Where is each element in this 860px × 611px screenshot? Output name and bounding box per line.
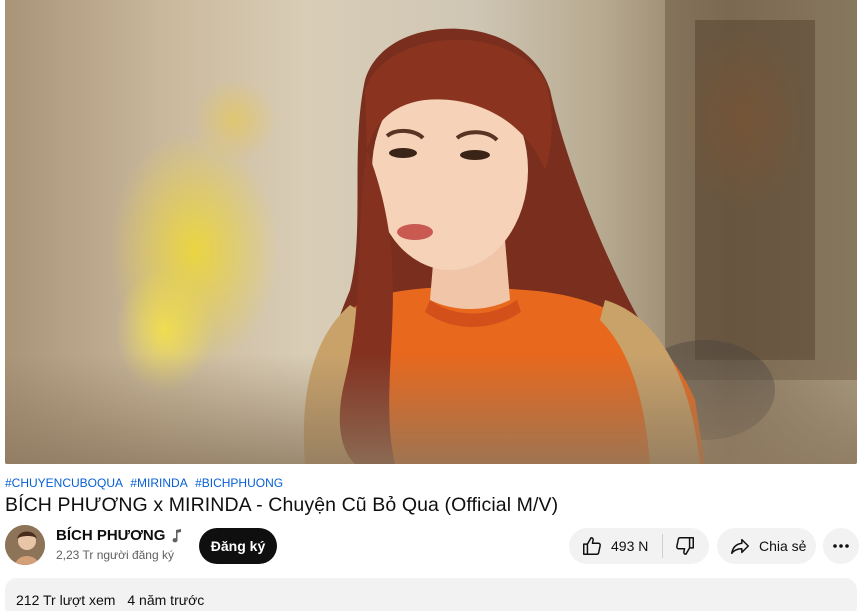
hashtag-link[interactable]: #MIRINDA <box>130 476 187 490</box>
view-count: 212 Tr lượt xem <box>16 592 116 608</box>
video-player[interactable] <box>5 0 857 464</box>
share-arrow-icon <box>731 538 749 555</box>
video-meta: 212 Tr lượt xem 4 năm trước <box>16 592 204 608</box>
subscribe-button[interactable]: Đăng ký <box>199 528 277 564</box>
thumbs-up-icon <box>583 537 601 555</box>
hashtag-link[interactable]: #CHUYENCUBOQUA <box>5 476 123 490</box>
description-box[interactable]: 212 Tr lượt xem 4 năm trước <box>5 578 857 611</box>
more-actions-button[interactable] <box>823 528 859 564</box>
music-note-icon <box>172 529 182 543</box>
publish-date: 4 năm trước <box>127 592 205 608</box>
more-horizontal-icon <box>833 544 849 548</box>
like-count: 493 N <box>611 538 649 554</box>
hashtag-list: #CHUYENCUBOQUA #MIRINDA #BICHPHUONG <box>5 476 287 490</box>
dislike-button[interactable] <box>663 528 707 564</box>
like-dislike-group: 493 N <box>569 528 709 564</box>
thumbs-down-icon <box>676 537 695 555</box>
channel-name[interactable]: BÍCH PHƯƠNG <box>56 527 165 545</box>
hashtag-link[interactable]: #BICHPHUONG <box>195 476 283 490</box>
share-button[interactable]: Chia sẻ <box>717 528 816 564</box>
video-title: BÍCH PHƯƠNG x MIRINDA - Chuyện Cũ Bỏ Qua… <box>5 494 559 516</box>
like-button[interactable]: 493 N <box>569 528 662 564</box>
avatar-image <box>5 525 45 565</box>
subscriber-count: 2,23 Tr người đăng ký <box>56 548 174 562</box>
video-frame-floor-shade <box>5 354 857 464</box>
channel-avatar[interactable] <box>5 525 45 565</box>
share-label: Chia sẻ <box>759 538 807 554</box>
channel-name-row[interactable]: BÍCH PHƯƠNG <box>56 527 183 545</box>
